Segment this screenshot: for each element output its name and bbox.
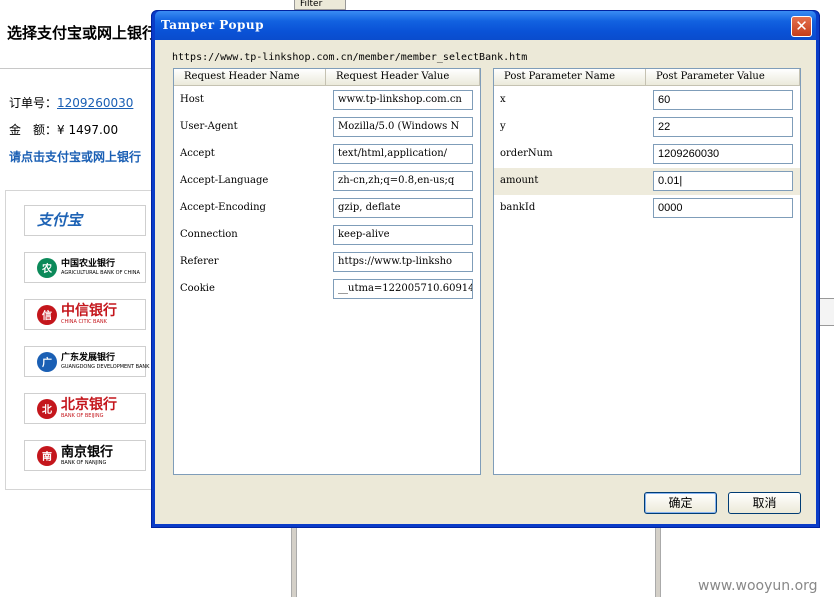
table-row[interactable]: amount 0.01| — [494, 168, 800, 195]
table-row[interactable]: User-Agent Mozilla/5.0 (Windows N — [174, 114, 480, 141]
row-name: x — [500, 94, 506, 105]
row-name: Accept-Language — [180, 175, 269, 186]
bank-option-cgb[interactable]: 广 广东发展银行 GUANGDONG DEVELOPMENT BANK — [24, 346, 150, 377]
table-row[interactable]: Accept-Language zh-cn,zh;q=0.8,en-us;q — [174, 168, 480, 195]
row-name: Accept-Encoding — [180, 202, 266, 213]
table-row[interactable]: y 22 — [494, 114, 800, 141]
table-row[interactable]: Connection keep-alive — [174, 222, 480, 249]
row-name: Connection — [180, 229, 238, 240]
row-value-input[interactable]: www.tp-linkshop.com.cn — [333, 90, 473, 110]
bank-option-citic[interactable]: 信 中信银行 CHINA CITIC BANK — [24, 299, 146, 330]
bank-en-name: GUANGDONG DEVELOPMENT BANK — [61, 363, 150, 370]
title-bar[interactable]: Tamper Popup ✕ — [155, 11, 816, 40]
payment-hint: 请点击支付宝或网上银行 — [9, 150, 142, 164]
row-name: Referer — [180, 256, 219, 267]
bank-name: 北京银行 — [61, 397, 117, 413]
column-header-value[interactable]: Request Header Value — [326, 69, 480, 85]
bank-name: 南京银行 — [61, 444, 114, 460]
row-value-input[interactable]: 60 — [653, 90, 793, 110]
window-title: Tamper Popup — [161, 18, 264, 32]
row-name: Cookie — [180, 283, 215, 294]
request-url: https://www.tp-linkshop.com.cn/member/me… — [172, 52, 528, 63]
bank-en-name: BANK OF NANJING — [61, 459, 107, 466]
background-divider — [291, 528, 297, 597]
citic-logo-icon: 信 — [37, 304, 57, 325]
amount-row: 金 额：¥ 1497.00 — [9, 121, 118, 138]
row-value-input[interactable]: text/html,application/ — [333, 144, 473, 164]
row-name: y — [500, 121, 506, 132]
cgb-logo-icon: 广 — [37, 351, 57, 372]
row-value-input[interactable]: 22 — [653, 117, 793, 137]
post-parameters-table: Post Parameter Name Post Parameter Value… — [493, 68, 801, 475]
divider — [0, 68, 160, 69]
table-header: Post Parameter Name Post Parameter Value — [494, 69, 800, 86]
bank-name: 支付宝 — [37, 211, 83, 229]
order-number-link[interactable]: 1209260030 — [57, 96, 133, 110]
row-value-input[interactable]: keep-alive — [333, 225, 473, 245]
bank-name: 广东发展银行 — [61, 352, 116, 363]
table-row[interactable]: Accept text/html,application/ — [174, 141, 480, 168]
filter-tab[interactable]: Filter — [294, 0, 346, 10]
table-row[interactable]: x 60 — [494, 87, 800, 114]
bank-option-bon[interactable]: 南 南京银行 BANK OF NANJING — [24, 440, 146, 471]
row-value-input[interactable]: __utma=122005710.60914 — [333, 279, 473, 299]
row-value-input[interactable]: 1209260030 — [653, 144, 793, 164]
bank-name: 中国农业银行 — [61, 258, 116, 269]
row-name: Accept — [180, 148, 215, 159]
row-value-input[interactable]: gzip, deflate — [333, 198, 473, 218]
tamper-popup-window: Tamper Popup ✕ https://www.tp-linkshop.c… — [151, 10, 820, 528]
column-header-value[interactable]: Post Parameter Value — [646, 69, 800, 85]
page-heading: 选择支付宝或网上银行 — [7, 24, 158, 42]
bob-logo-icon: 北 — [37, 398, 57, 419]
close-button[interactable]: ✕ — [791, 16, 812, 37]
row-name: User-Agent — [180, 121, 238, 132]
order-label: 订单号： — [9, 96, 58, 110]
table-row[interactable]: Accept-Encoding gzip, deflate — [174, 195, 480, 222]
table-header: Request Header Name Request Header Value — [174, 69, 480, 86]
background-divider — [655, 528, 661, 597]
bank-option-alipay[interactable]: 支付宝 — [24, 205, 146, 236]
bank-list-panel: 支付宝 农 中国农业银行 AGRICULTURAL BANK OF CHINA 信… — [5, 190, 155, 490]
table-row[interactable]: Host www.tp-linkshop.com.cn — [174, 87, 480, 114]
order-number-row: 订单号：1209260030 — [9, 94, 133, 111]
bank-option-abc[interactable]: 农 中国农业银行 AGRICULTURAL BANK OF CHINA — [24, 252, 146, 283]
bank-option-bob[interactable]: 北 北京银行 BANK OF BEIJING — [24, 393, 146, 424]
row-name: orderNum — [500, 148, 553, 159]
popup-client-area: https://www.tp-linkshop.com.cn/member/me… — [155, 40, 816, 524]
bank-en-name: AGRICULTURAL BANK OF CHINA — [61, 269, 140, 276]
close-icon: ✕ — [795, 17, 808, 35]
cancel-button[interactable]: 取消 — [728, 492, 801, 514]
background-scroll-edge — [820, 298, 834, 326]
row-name: bankId — [500, 202, 536, 213]
row-value-input[interactable]: 0000 — [653, 198, 793, 218]
bank-en-name: BANK OF BEIJING — [61, 413, 104, 419]
row-value-input[interactable]: zh-cn,zh;q=0.8,en-us;q — [333, 171, 473, 191]
column-header-name[interactable]: Post Parameter Name — [494, 69, 646, 85]
abc-logo-icon: 农 — [37, 257, 57, 278]
watermark: www.wooyun.org — [698, 578, 818, 594]
ok-button[interactable]: 确定 — [644, 492, 717, 514]
table-row[interactable]: Cookie __utma=122005710.60914 — [174, 276, 480, 303]
bon-logo-icon: 南 — [37, 445, 57, 466]
bank-name: 中信银行 — [61, 303, 117, 319]
row-value-input[interactable]: Mozilla/5.0 (Windows N — [333, 117, 473, 137]
bank-en-name: CHINA CITIC BANK — [61, 319, 107, 325]
amount-value: ¥ 1497.00 — [57, 123, 119, 137]
column-header-name[interactable]: Request Header Name — [174, 69, 326, 85]
request-headers-table: Request Header Name Request Header Value… — [173, 68, 481, 475]
amount-label: 金 额： — [9, 123, 58, 137]
row-name: Host — [180, 94, 204, 105]
table-row[interactable]: Referer https://www.tp-linksho — [174, 249, 480, 276]
table-row[interactable]: orderNum 1209260030 — [494, 141, 800, 168]
row-value-input[interactable]: https://www.tp-linksho — [333, 252, 473, 272]
row-name: amount — [500, 175, 539, 186]
table-row[interactable]: bankId 0000 — [494, 195, 800, 222]
row-value-input[interactable]: 0.01| — [653, 171, 793, 191]
